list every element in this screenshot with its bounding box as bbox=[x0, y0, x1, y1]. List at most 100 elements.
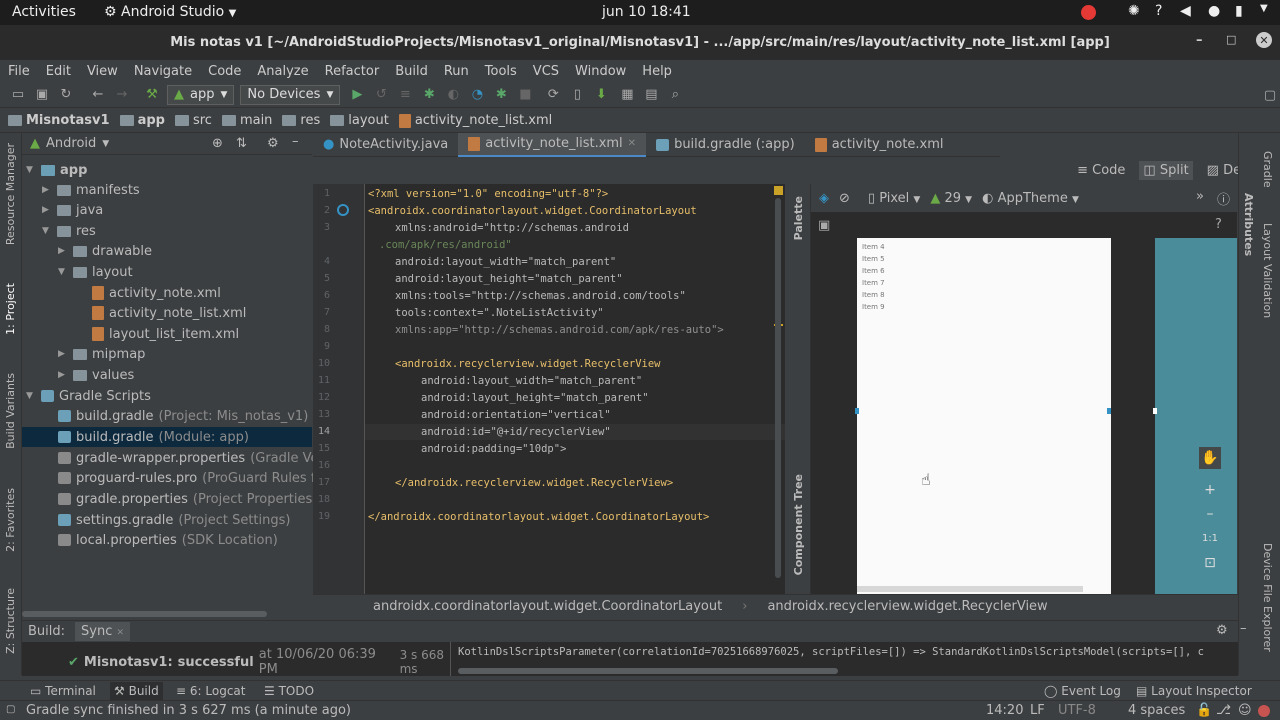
collapsed-arrow-icon[interactable]: ▶ bbox=[42, 205, 52, 215]
tree-item-values[interactable]: ▶ values bbox=[58, 365, 134, 385]
tree-item-mipmap[interactable]: ▶ mipmap bbox=[58, 344, 145, 364]
gradle-sync-icon[interactable]: ⟳ bbox=[545, 87, 561, 103]
system-menu-caret-icon[interactable]: ▼ bbox=[1260, 3, 1268, 14]
zoom-in-icon[interactable]: + bbox=[1199, 479, 1221, 501]
tree-item-gradle-scripts[interactable]: ▼ Gradle Scripts bbox=[26, 386, 151, 406]
expanded-arrow-icon[interactable]: ▼ bbox=[58, 267, 68, 277]
menu-edit[interactable]: Edit bbox=[38, 64, 79, 79]
help-icon[interactable]: ? bbox=[1215, 217, 1222, 232]
forward-icon[interactable]: → bbox=[114, 87, 130, 103]
component-icon[interactable]: ▣ bbox=[818, 218, 830, 233]
favorites-tab[interactable]: 2: Favorites bbox=[4, 488, 17, 552]
expanded-arrow-icon[interactable]: ▼ bbox=[26, 165, 36, 175]
project-structure-icon[interactable]: ▦ bbox=[619, 87, 635, 103]
line-separator[interactable]: LF bbox=[1030, 703, 1045, 718]
split-mode-button[interactable]: ◫ Split bbox=[1139, 161, 1193, 180]
crumb-recycler-view[interactable]: androidx.recyclerview.widget.RecyclerVie… bbox=[767, 599, 1047, 614]
crumb-coordinator-layout[interactable]: androidx.coordinatorlayout.widget.Coordi… bbox=[373, 599, 722, 614]
tree-item-java[interactable]: ▶ java bbox=[42, 200, 103, 220]
menu-code[interactable]: Code bbox=[200, 64, 249, 79]
crumb-main[interactable]: main bbox=[221, 113, 272, 128]
tree-item-build-gradle-project[interactable]: build.gradle (Project: Mis_notas_v1) bbox=[58, 406, 308, 426]
close-tab-icon[interactable]: ✕ bbox=[117, 628, 125, 638]
resize-handle-left[interactable] bbox=[855, 408, 859, 414]
menu-vcs[interactable]: VCS bbox=[525, 64, 567, 79]
save-all-icon[interactable]: ▣ bbox=[34, 87, 50, 103]
lock-icon[interactable]: 🔓 bbox=[1196, 703, 1212, 718]
collapsed-arrow-icon[interactable]: ▶ bbox=[58, 246, 68, 256]
hide-panel-icon[interactable]: – bbox=[1240, 621, 1247, 636]
device-select[interactable]: ▯ Pixel ▼ bbox=[868, 191, 920, 206]
tab-activity-note-list[interactable]: activity_note_list.xml ✕ bbox=[458, 132, 647, 157]
git-icon[interactable]: ⎇ bbox=[1216, 703, 1231, 718]
hide-panel-icon[interactable]: – bbox=[292, 134, 299, 149]
orientation-icon[interactable]: ⊘ bbox=[839, 191, 850, 206]
phone-preview[interactable]: Item 4 Item 5 Item 6 Item 7 Item 8 Item … bbox=[855, 238, 1111, 594]
record-indicator-icon[interactable] bbox=[1081, 5, 1096, 20]
code-mode-button[interactable]: ≡ Code bbox=[1077, 163, 1125, 178]
crumb-file[interactable]: activity_note_list.xml bbox=[398, 113, 552, 128]
tree-item-proguard[interactable]: proguard-rules.pro (ProGuard Rules f bbox=[58, 468, 315, 488]
tree-item-app[interactable]: ▼ app bbox=[26, 160, 87, 180]
attach-debugger-icon[interactable]: ◐ bbox=[445, 87, 461, 103]
run-icon[interactable]: ▶ bbox=[349, 87, 365, 103]
stop-icon[interactable]: ■ bbox=[517, 87, 533, 103]
tree-item-activity-note[interactable]: activity_note.xml bbox=[92, 283, 221, 303]
structure-tab[interactable]: Z: Structure bbox=[4, 588, 17, 654]
tree-item-settings-gradle[interactable]: settings.gradle (Project Settings) bbox=[58, 510, 290, 530]
terminal-tab[interactable]: ▭ Terminal bbox=[30, 684, 96, 698]
status-message[interactable]: Gradle sync finished in 3 s 627 ms (a mi… bbox=[26, 703, 351, 718]
build-tab[interactable]: ⚒ Build bbox=[110, 682, 163, 700]
crumb-layout[interactable]: layout bbox=[330, 113, 389, 128]
layout-inspector-tab[interactable]: ▤ Layout Inspector bbox=[1136, 684, 1252, 698]
debug-icon[interactable]: ✱ bbox=[421, 87, 437, 103]
expanded-arrow-icon[interactable]: ▼ bbox=[42, 226, 52, 236]
project-view-select[interactable]: Android bbox=[46, 136, 96, 151]
status-toggle-icon[interactable]: ▢ bbox=[6, 704, 15, 715]
brightness-icon[interactable]: ✺ bbox=[1128, 3, 1140, 19]
zoom-out-icon[interactable]: – bbox=[1199, 503, 1221, 525]
layout-gutter-icon[interactable] bbox=[337, 204, 349, 216]
apply-changes-icon[interactable]: ↺ bbox=[373, 87, 389, 103]
inspector-face-icon[interactable]: ☺ bbox=[1238, 703, 1252, 718]
info-icon[interactable]: ⓘ bbox=[1217, 189, 1230, 208]
attach-process-icon[interactable]: ✱ bbox=[493, 87, 509, 103]
code-vertical-scrollbar[interactable] bbox=[775, 198, 781, 578]
component-tree-tab[interactable]: Component Tree bbox=[792, 474, 805, 575]
collapsed-arrow-icon[interactable]: ▶ bbox=[58, 349, 68, 359]
avd-manager-icon[interactable]: ▯ bbox=[569, 87, 585, 103]
palette-tab[interactable]: Palette bbox=[792, 196, 805, 240]
caret-down-icon[interactable]: ▼ bbox=[102, 139, 109, 149]
device-file-explorer-tab[interactable]: Device File Explorer bbox=[1261, 543, 1274, 652]
crumb-module[interactable]: app bbox=[119, 113, 165, 128]
attributes-tab[interactable]: Attributes bbox=[1242, 193, 1255, 256]
tree-item-drawable[interactable]: ▶ drawable bbox=[58, 241, 152, 261]
clock[interactable]: jun 10 18:41 bbox=[602, 4, 691, 20]
pan-icon[interactable]: ✋ bbox=[1199, 447, 1221, 469]
sdk-manager-icon[interactable]: ⬇ bbox=[593, 87, 609, 103]
menu-tools[interactable]: Tools bbox=[477, 64, 525, 79]
settings-gear-icon[interactable]: ⚙ bbox=[267, 136, 279, 151]
menu-window[interactable]: Window bbox=[567, 64, 634, 79]
layout-icon[interactable]: ▤ bbox=[643, 87, 659, 103]
settings-gear-icon[interactable]: ⚙ bbox=[1216, 623, 1228, 638]
device-select[interactable]: No Devices ▼ bbox=[240, 84, 341, 105]
tree-item-manifests[interactable]: ▶ manifests bbox=[42, 180, 140, 200]
api-level-select[interactable]: ▲ 29 ▼ bbox=[930, 191, 972, 206]
crumb-project[interactable]: Misnotasv1 bbox=[8, 113, 110, 128]
collapse-all-icon[interactable]: ⇅ bbox=[236, 136, 247, 151]
tree-item-build-gradle-module[interactable]: build.gradle (Module: app) bbox=[22, 427, 312, 447]
cursor-position[interactable]: 14:20 bbox=[986, 703, 1023, 718]
volume-icon[interactable]: ◀ bbox=[1180, 3, 1191, 19]
more-icon[interactable]: » bbox=[1196, 189, 1204, 204]
indent-setting[interactable]: 4 spaces bbox=[1128, 703, 1185, 718]
menu-refactor[interactable]: Refactor bbox=[317, 64, 388, 79]
menu-help[interactable]: Help bbox=[634, 64, 680, 79]
build-log-scrollbar[interactable] bbox=[458, 668, 838, 674]
resource-manager-tab[interactable]: Resource Manager bbox=[4, 143, 17, 245]
zoom-fit-icon[interactable]: ⊡ bbox=[1199, 552, 1221, 574]
back-icon[interactable]: ← bbox=[90, 87, 106, 103]
menu-view[interactable]: View bbox=[79, 64, 126, 79]
project-tab[interactable]: 1: Project bbox=[4, 283, 17, 335]
crumb-src[interactable]: src bbox=[174, 113, 212, 128]
